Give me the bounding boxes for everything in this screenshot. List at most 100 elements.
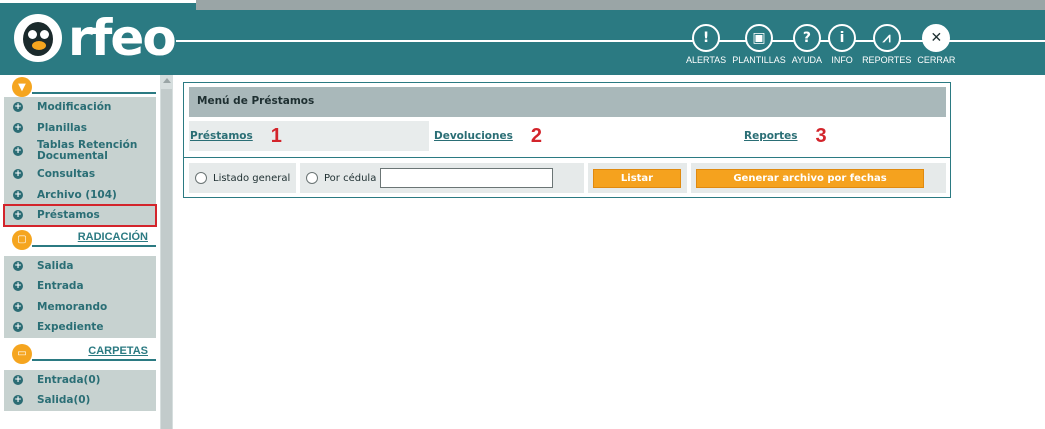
top-nav: ! ALERTAS ▣ PLANTILLAS ? AYUDA i INFO ⩘ …	[686, 24, 961, 65]
plus-icon: +	[13, 210, 23, 221]
plus-icon: +	[13, 322, 23, 333]
app-logo[interactable]: rfeo	[12, 9, 177, 67]
sidebar-radicacion-header[interactable]: ▢ RADICACIÓN	[0, 228, 160, 250]
plus-icon: +	[13, 260, 23, 271]
link-cell-reportes: Reportes 3	[739, 121, 946, 151]
nav-plantillas[interactable]: ▣ PLANTILLAS	[732, 24, 786, 65]
alert-icon: !	[692, 24, 721, 52]
filter-por-cedula: Por cédula	[300, 163, 584, 193]
pulse-chart-icon: ⩘	[872, 24, 901, 52]
header-top-strip	[0, 0, 196, 3]
link-cell-devoluciones: Devoluciones 2	[434, 121, 734, 151]
nav-plantillas-label: PLANTILLAS	[732, 55, 786, 65]
nav-info[interactable]: i INFO	[828, 24, 857, 65]
section-title: CARPETAS	[88, 344, 148, 357]
document-icon: ▢	[12, 229, 32, 250]
nav-alertas[interactable]: ! ALERTAS	[686, 24, 726, 65]
sidebar-item-memorando[interactable]: + Memorando	[4, 297, 156, 318]
link-devoluciones[interactable]: Devoluciones	[434, 130, 513, 142]
sidebar-item-carpeta-entrada[interactable]: + Entrada(0)	[4, 370, 156, 391]
sidebar-item-label: Planillas	[37, 121, 87, 134]
link-prestamos[interactable]: Préstamos	[190, 130, 253, 142]
nav-ayuda-label: AYUDA	[791, 55, 823, 65]
listar-cell: Listar	[588, 163, 687, 193]
plus-icon: +	[13, 146, 23, 156]
sidebar-item-label: Modificación	[37, 101, 112, 114]
plus-icon: +	[13, 374, 23, 385]
panel-divider	[184, 157, 950, 158]
sidebar-item-salida[interactable]: + Salida	[4, 256, 156, 277]
annotation-number: 2	[530, 124, 542, 147]
prestamos-panel: Menú de Préstamos Préstamos 1 Devolucion…	[183, 82, 951, 198]
sidebar-item-consultas[interactable]: + Consultas	[4, 164, 156, 185]
nav-reportes[interactable]: ⩘ REPORTES	[862, 24, 911, 65]
sidebar-item-label: Préstamos	[37, 209, 100, 222]
prestamos-links-row: Préstamos 1 Devoluciones 2 Reportes 3	[189, 121, 946, 151]
annotation-number: 3	[815, 124, 827, 147]
sidebar-item-label: Memorando	[37, 300, 108, 313]
sidebar-item-label: Archivo (104)	[37, 188, 117, 201]
sidebar-item-expediente[interactable]: + Expediente	[4, 317, 156, 338]
plus-icon: +	[13, 169, 23, 180]
listar-button[interactable]: Listar	[593, 168, 681, 188]
prestamos-filter-row: Listado general Por cédula Listar Genera…	[189, 163, 946, 193]
plus-icon: +	[13, 281, 23, 292]
sidebar-item-planillas[interactable]: + Planillas	[4, 118, 156, 139]
annotation-number: 1	[270, 124, 282, 147]
link-cell-prestamos: Préstamos 1	[189, 121, 429, 151]
penguin-logo-icon	[12, 12, 64, 64]
brand-name: rfeo	[68, 9, 177, 67]
generar-archivo-button[interactable]: Generar archivo por fechas	[696, 168, 924, 188]
sidebar-main-header[interactable]: ▼	[0, 75, 160, 97]
help-icon: ?	[792, 24, 821, 52]
link-reportes[interactable]: Reportes	[744, 130, 798, 142]
sidebar-item-modificacion[interactable]: + Modificación	[4, 97, 156, 118]
sidebar-main-menu: + Modificación + Planillas + Tablas Retenci…	[3, 97, 157, 227]
page-title: Menú de Préstamos	[189, 87, 946, 117]
nav-cerrar-label: CERRAR	[917, 55, 956, 65]
section-rule	[32, 358, 156, 361]
sidebar-carpetas-header[interactable]: ▭ CARPETAS	[0, 342, 160, 364]
section-rule	[32, 244, 156, 247]
nav-reportes-label: REPORTES	[862, 55, 912, 65]
sidebar: ▼ + Modificación + Planillas + Tablas Reten…	[0, 75, 160, 429]
sidebar-radicacion-menu: + Salida + Entrada + Memorando + Expediente	[4, 255, 156, 338]
info-icon: i	[828, 24, 857, 52]
scroll-up-icon[interactable]	[163, 78, 171, 83]
nav-ayuda[interactable]: ? AYUDA	[792, 24, 822, 65]
plus-icon: +	[13, 122, 23, 133]
folder-icon: ▭	[12, 343, 32, 364]
plus-icon: +	[13, 301, 23, 312]
section-rule	[32, 92, 156, 94]
plus-icon: +	[13, 102, 23, 113]
sidebar-item-label: Salida	[37, 259, 74, 272]
radio-listado-general[interactable]	[195, 172, 207, 184]
radio-por-cedula[interactable]	[306, 172, 318, 184]
plus-icon: +	[13, 395, 23, 406]
plus-icon: +	[13, 189, 23, 200]
sidebar-scrollbar[interactable]	[160, 75, 173, 429]
nav-cerrar[interactable]: ✕ CERRAR	[917, 24, 955, 65]
radio-por-cedula-label: Por cédula	[324, 172, 377, 184]
nav-alertas-label: ALERTAS	[686, 55, 727, 65]
sidebar-carpetas-menu: + Entrada(0) + Salida(0)	[4, 369, 156, 411]
sidebar-item-label: Tablas Retención Documental	[37, 139, 138, 162]
sidebar-item-prestamos[interactable]: + Préstamos	[3, 204, 157, 227]
cedula-input[interactable]	[380, 168, 554, 188]
filter-listado-general: Listado general	[189, 163, 296, 193]
sidebar-item-label: Consultas	[37, 168, 96, 181]
sidebar-item-tablas-retencion[interactable]: + Tablas Retención Documental	[4, 138, 156, 164]
close-icon: ✕	[922, 24, 951, 52]
section-title: RADICACIÓN	[77, 230, 148, 243]
sidebar-item-carpeta-salida[interactable]: + Salida(0)	[4, 390, 156, 411]
header-top-bar	[196, 0, 1045, 10]
sidebar-item-label: Entrada(0)	[37, 373, 101, 386]
template-icon: ▣	[744, 24, 773, 52]
scrollbar-thumb[interactable]	[161, 89, 172, 429]
app-header: rfeo ! ALERTAS ▣ PLANTILLAS ? AYUDA i IN…	[0, 0, 1045, 75]
sidebar-item-archivo[interactable]: + Archivo (104)	[4, 185, 156, 206]
chevron-down-icon: ▼	[12, 77, 32, 97]
sidebar-item-label: Expediente	[37, 321, 104, 334]
sidebar-item-entrada[interactable]: + Entrada	[4, 276, 156, 297]
generar-cell: Generar archivo por fechas	[691, 163, 946, 193]
